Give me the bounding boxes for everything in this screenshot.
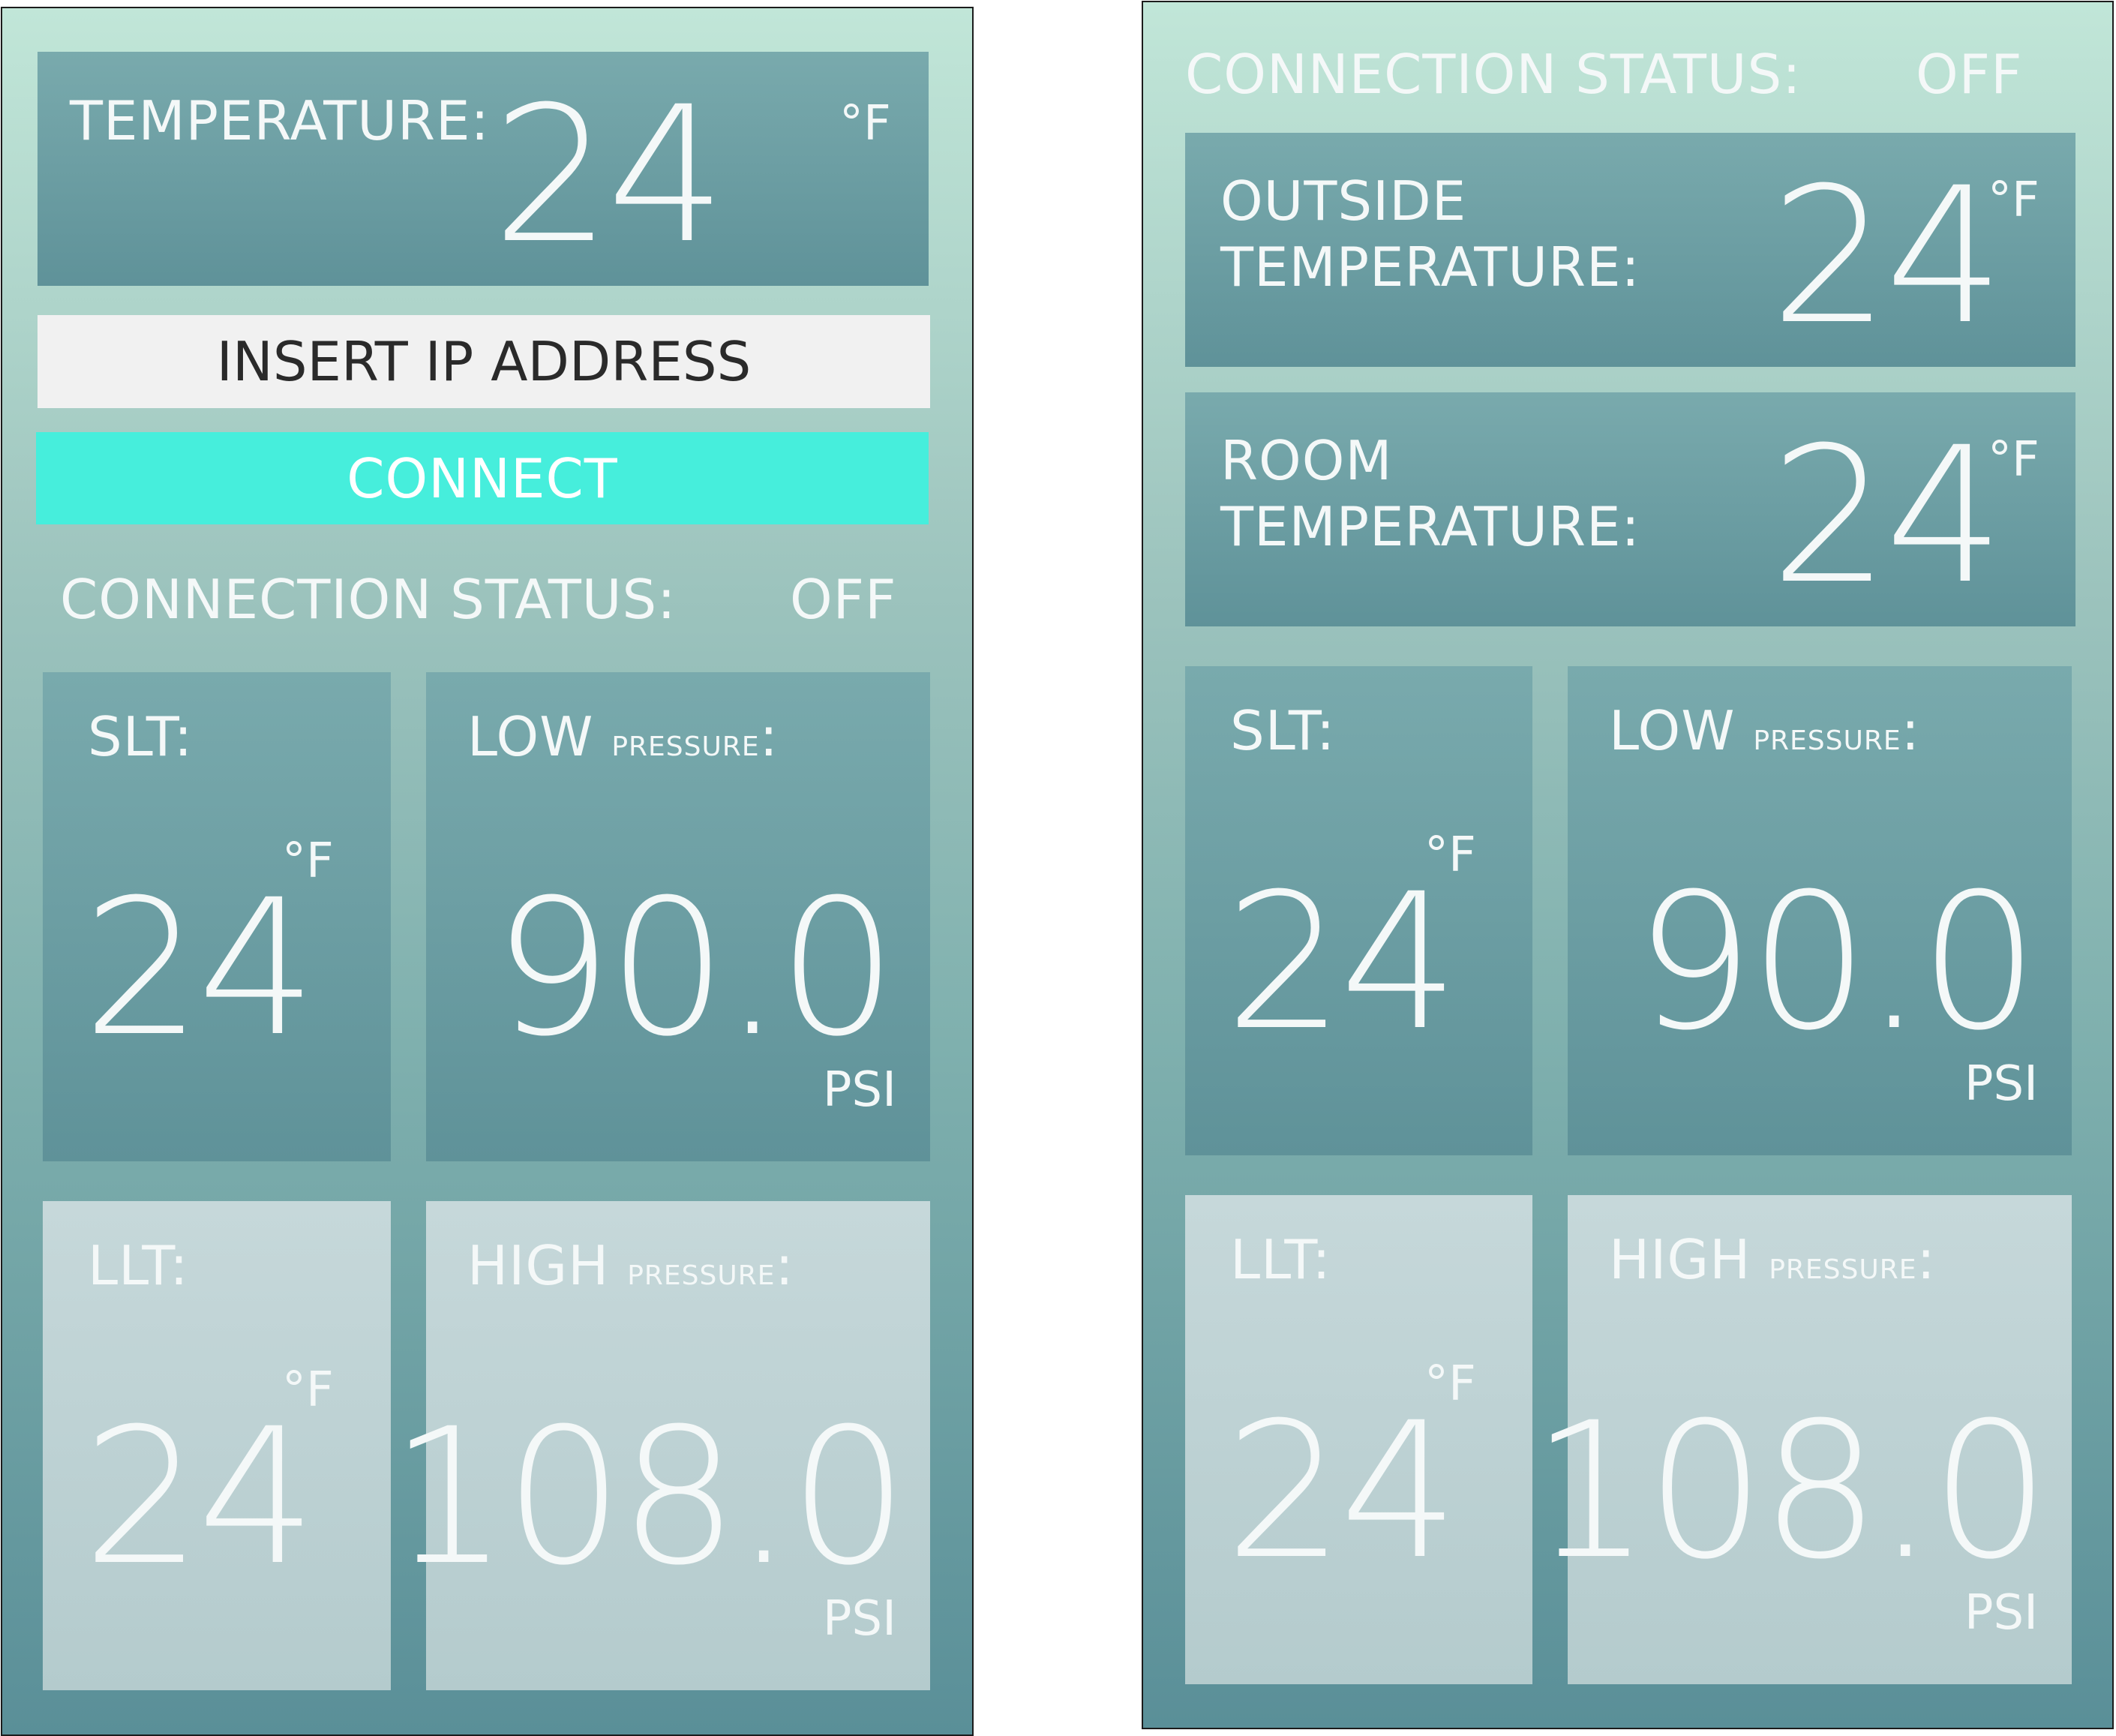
connection-status-label: CONNECTION STATUS: xyxy=(1185,43,1802,106)
low-pressure-value: 90.0 xyxy=(1634,853,2039,1071)
outside-temperature-label-line1: OUTSIDE xyxy=(1220,170,1467,233)
low-pressure-label-main: LOW xyxy=(1609,699,1736,762)
slt-value: 24 xyxy=(83,859,317,1077)
outside-temperature-unit: °F xyxy=(1988,173,2039,228)
low-pressure-label-colon: : xyxy=(759,705,779,768)
left-phone-screen: TEMPERATURE: 24 °F CONNECT CONNECTION ST… xyxy=(1,7,974,1736)
low-pressure-label-small: PRESSURE xyxy=(611,731,760,762)
high-pressure-value: 108.0 xyxy=(389,1388,908,1606)
llt-value: 24 xyxy=(1225,1382,1459,1600)
high-pressure-unit: PSI xyxy=(1964,1585,2038,1641)
low-pressure-unit: PSI xyxy=(822,1062,896,1118)
high-pressure-label-main: HIGH xyxy=(1609,1228,1751,1291)
room-temperature-label-line2: TEMPERATURE: xyxy=(1220,495,1640,558)
high-pressure-label: HIGH PRESSURE: xyxy=(467,1239,794,1293)
connection-status-value: OFF xyxy=(1916,43,2023,106)
llt-label: LLT: xyxy=(88,1234,189,1297)
outside-temperature-label-line2: TEMPERATURE: xyxy=(1220,236,1640,299)
high-pressure-label-colon: : xyxy=(1916,1228,1936,1291)
temperature-panel: TEMPERATURE: 24 °F xyxy=(38,52,929,286)
temperature-value: 24 xyxy=(492,66,726,284)
llt-tile: LLT: °F 24 xyxy=(1185,1195,1532,1684)
low-pressure-label: LOW PRESSURE: xyxy=(467,710,779,764)
low-pressure-label-main: LOW xyxy=(467,705,594,768)
high-pressure-label: HIGH PRESSURE: xyxy=(1609,1233,1936,1287)
room-temperature-unit: °F xyxy=(1988,432,2039,488)
connect-button[interactable]: CONNECT xyxy=(36,432,929,524)
high-pressure-label-main: HIGH xyxy=(467,1234,610,1297)
llt-value: 24 xyxy=(83,1388,317,1606)
low-pressure-unit: PSI xyxy=(1964,1056,2038,1112)
temperature-label: TEMPERATURE: xyxy=(70,89,490,152)
low-pressure-label-small: PRESSURE xyxy=(1753,725,1901,756)
low-pressure-tile: LOW PRESSURE: 90.0 PSI xyxy=(426,672,930,1161)
low-pressure-tile: LOW PRESSURE: 90.0 PSI xyxy=(1568,666,2072,1155)
slt-label: SLT: xyxy=(1230,699,1336,762)
low-pressure-value: 90.0 xyxy=(493,859,897,1077)
high-pressure-label-small: PRESSURE xyxy=(627,1260,776,1291)
outside-temperature-value: 24 xyxy=(1770,147,2004,365)
room-temperature-value: 24 xyxy=(1770,407,2004,625)
room-temperature-panel: ROOM TEMPERATURE: 24 °F xyxy=(1185,392,2075,626)
low-pressure-label: LOW PRESSURE: xyxy=(1609,704,1920,758)
slt-tile: SLT: °F 24 xyxy=(1185,666,1532,1155)
connection-status-value: OFF xyxy=(790,568,897,631)
connection-status-label: CONNECTION STATUS: xyxy=(60,568,677,631)
high-pressure-tile: HIGH PRESSURE: 108.0 PSI xyxy=(1531,1195,2072,1684)
temperature-unit: °F xyxy=(839,96,891,152)
right-phone-screen: CONNECTION STATUS: OFF OUTSIDE TEMPERATU… xyxy=(1142,1,2114,1729)
high-pressure-label-colon: : xyxy=(775,1234,794,1297)
slt-value: 24 xyxy=(1225,853,1459,1071)
slt-label: SLT: xyxy=(88,705,194,768)
slt-tile: SLT: °F 24 xyxy=(43,672,391,1161)
high-pressure-unit: PSI xyxy=(822,1591,896,1647)
high-pressure-tile: HIGH PRESSURE: 108.0 PSI xyxy=(389,1201,930,1690)
high-pressure-label-small: PRESSURE xyxy=(1769,1254,1917,1285)
llt-tile: LLT: °F 24 xyxy=(43,1201,391,1690)
llt-label: LLT: xyxy=(1230,1228,1331,1291)
high-pressure-value: 108.0 xyxy=(1531,1382,2050,1600)
low-pressure-label-colon: : xyxy=(1901,699,1920,762)
outside-temperature-panel: OUTSIDE TEMPERATURE: 24 °F xyxy=(1185,133,2075,367)
room-temperature-label-line1: ROOM xyxy=(1220,429,1393,492)
ip-address-input[interactable] xyxy=(38,315,930,408)
